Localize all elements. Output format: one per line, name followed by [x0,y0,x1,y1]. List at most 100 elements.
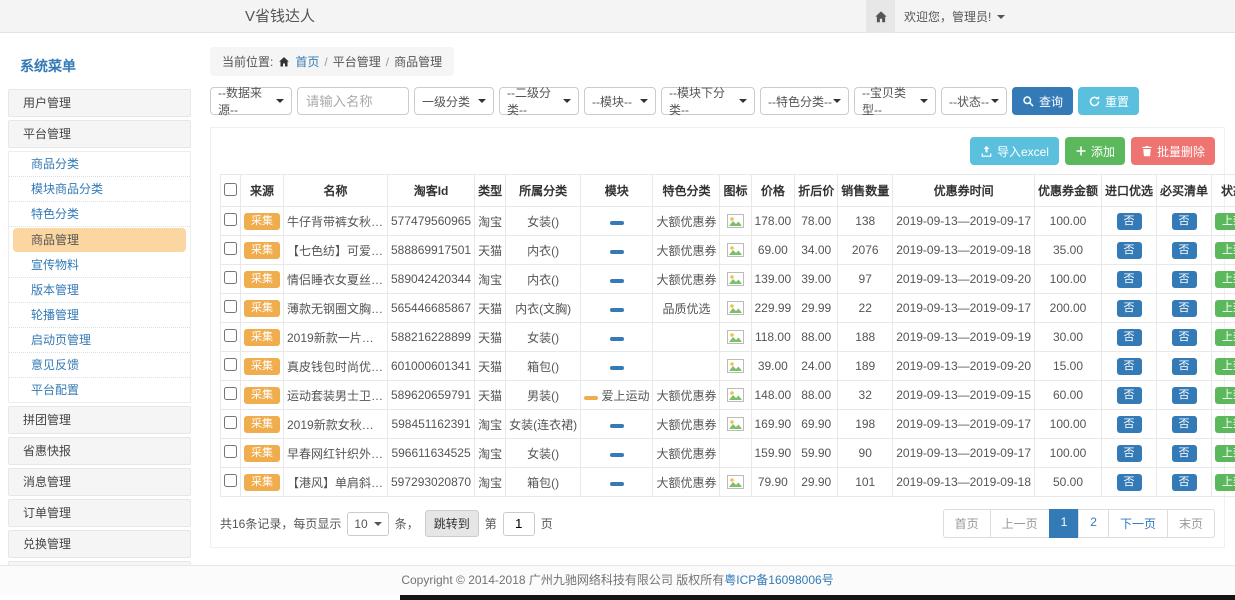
row-checkbox[interactable] [224,445,237,458]
must-buy-badge[interactable]: 否 [1172,387,1197,404]
chevron-down-icon [478,99,486,103]
sidebar-subitem[interactable]: 宣传物料 [9,253,190,278]
import-select-badge[interactable]: 否 [1117,474,1142,491]
status-badge[interactable]: 上架 [1215,445,1235,462]
must-buy-badge[interactable]: 否 [1172,300,1197,317]
must-buy-badge[interactable]: 否 [1172,213,1197,230]
pagination-button[interactable]: 首页 [943,509,991,538]
sidebar-subitem[interactable]: 平台配置 [9,378,190,402]
sidebar-group[interactable]: 拼团管理 [8,406,191,434]
product-name: 早春网红针织外套女春... [284,439,388,468]
row-checkbox[interactable] [224,271,237,284]
breadcrumb-item: 平台管理 [333,53,381,70]
sidebar-group[interactable]: 订单管理 [8,499,191,527]
home-button[interactable] [866,0,895,33]
add-button[interactable]: 添加 [1065,137,1125,165]
sidebar-group-users[interactable]: 用户管理 [8,89,191,117]
filter-select[interactable]: --模块下分类-- [661,87,755,115]
sidebar-subitem[interactable]: 商品管理 [13,228,186,252]
filter-select[interactable]: --二级分类-- [499,87,579,115]
status-badge[interactable]: 上架 [1215,329,1235,346]
row-checkbox[interactable] [224,300,237,313]
must-buy-badge[interactable]: 否 [1172,474,1197,491]
row-checkbox[interactable] [224,329,237,342]
status-badge[interactable]: 上架 [1215,474,1235,491]
sidebar-subitem[interactable]: 模块商品分类 [9,177,190,202]
import-select-badge[interactable]: 否 [1117,329,1142,346]
filter-select[interactable]: --状态-- [941,87,1007,115]
sidebar-group[interactable]: 消息管理 [8,468,191,496]
icp-link[interactable]: 粤ICP备16098006号 [724,573,833,587]
user-menu[interactable]: 欢迎您，管理员! [904,0,1005,33]
page-number-input[interactable] [503,512,535,536]
status-badge[interactable]: 上架 [1215,271,1235,288]
must-buy-badge[interactable]: 否 [1172,445,1197,462]
breadcrumb-home-link[interactable]: 首页 [295,53,319,70]
product-type: 淘宝 [475,468,506,497]
row-checkbox[interactable] [224,416,237,429]
sidebar-subitem[interactable]: 特色分类 [9,202,190,227]
search-button[interactable]: 查询 [1012,87,1073,115]
sidebar-group[interactable]: 兑换管理 [8,530,191,558]
must-buy-badge[interactable]: 否 [1172,271,1197,288]
row-checkbox[interactable] [224,213,237,226]
product-category: 女装() [506,323,581,352]
status-badge[interactable]: 上架 [1215,387,1235,404]
pagination-button[interactable]: 下一页 [1108,509,1168,538]
status-badge[interactable]: 上架 [1215,213,1235,230]
import-select-badge[interactable]: 否 [1117,271,1142,288]
row-checkbox[interactable] [224,358,237,371]
per-page-select[interactable]: 10 [347,512,388,536]
must-buy-badge[interactable]: 否 [1172,329,1197,346]
import-select-badge[interactable]: 否 [1117,416,1142,433]
price: 148.00 [751,381,795,410]
pagination-button[interactable]: 2 [1078,509,1109,538]
coupon-amount: 100.00 [1035,410,1102,439]
import-select-badge[interactable]: 否 [1117,213,1142,230]
must-buy-badge[interactable]: 否 [1172,358,1197,375]
batch-delete-button[interactable]: 批量删除 [1131,137,1215,165]
filter-select[interactable]: --宝贝类型-- [854,87,936,115]
filter-select[interactable]: --特色分类-- [760,87,849,115]
jump-button[interactable]: 跳转到 [425,510,479,537]
row-checkbox[interactable] [224,242,237,255]
module-badge [610,221,624,225]
name-filter-input[interactable] [297,87,409,115]
import-select-badge[interactable]: 否 [1117,387,1142,404]
status-badge[interactable]: 上架 [1215,300,1235,317]
sidebar-group[interactable]: 省惠快报 [8,437,191,465]
chevron-down-icon [920,99,928,103]
import-select-badge[interactable]: 否 [1117,242,1142,259]
import-select-badge[interactable]: 否 [1117,300,1142,317]
sidebar-group-platform[interactable]: 平台管理 [8,120,191,148]
import-select-badge[interactable]: 否 [1117,358,1142,375]
row-checkbox[interactable] [224,387,237,400]
reset-button[interactable]: 重置 [1078,87,1139,115]
pagination-button[interactable]: 末页 [1167,509,1215,538]
status-badge[interactable]: 上架 [1215,358,1235,375]
must-buy-badge[interactable]: 否 [1172,416,1197,433]
pagination-button[interactable]: 上一页 [990,509,1050,538]
filter-select-data-source[interactable]: --数据来源-- [210,87,292,115]
column-header: 类型 [475,175,506,207]
price: 169.90 [751,410,795,439]
import-select-badge[interactable]: 否 [1117,445,1142,462]
sidebar-subitem[interactable]: 启动页管理 [9,328,190,353]
pagination-button[interactable]: 1 [1049,509,1080,538]
icon-cell [720,439,751,468]
table-row: 采集 早春网红针织外套女春... 596611634525 淘宝 女装() 大额… [221,439,1235,468]
sidebar-subitem[interactable]: 意见反馈 [9,353,190,378]
jump-prefix: 第 [485,515,497,532]
filter-select[interactable]: 一级分类 [414,87,494,115]
filter-select[interactable]: --模块-- [584,87,656,115]
sidebar-subitem[interactable]: 版本管理 [9,278,190,303]
sidebar-subitem[interactable]: 轮播管理 [9,303,190,328]
status-badge[interactable]: 上架 [1215,416,1235,433]
row-checkbox[interactable] [224,474,237,487]
select-all-checkbox[interactable] [224,183,237,196]
sidebar-subitem[interactable]: 商品分类 [9,152,190,177]
status-badge[interactable]: 上架 [1215,242,1235,259]
must-buy-badge[interactable]: 否 [1172,242,1197,259]
module-badge [584,396,598,400]
import-excel-button[interactable]: 导入excel [970,137,1059,165]
